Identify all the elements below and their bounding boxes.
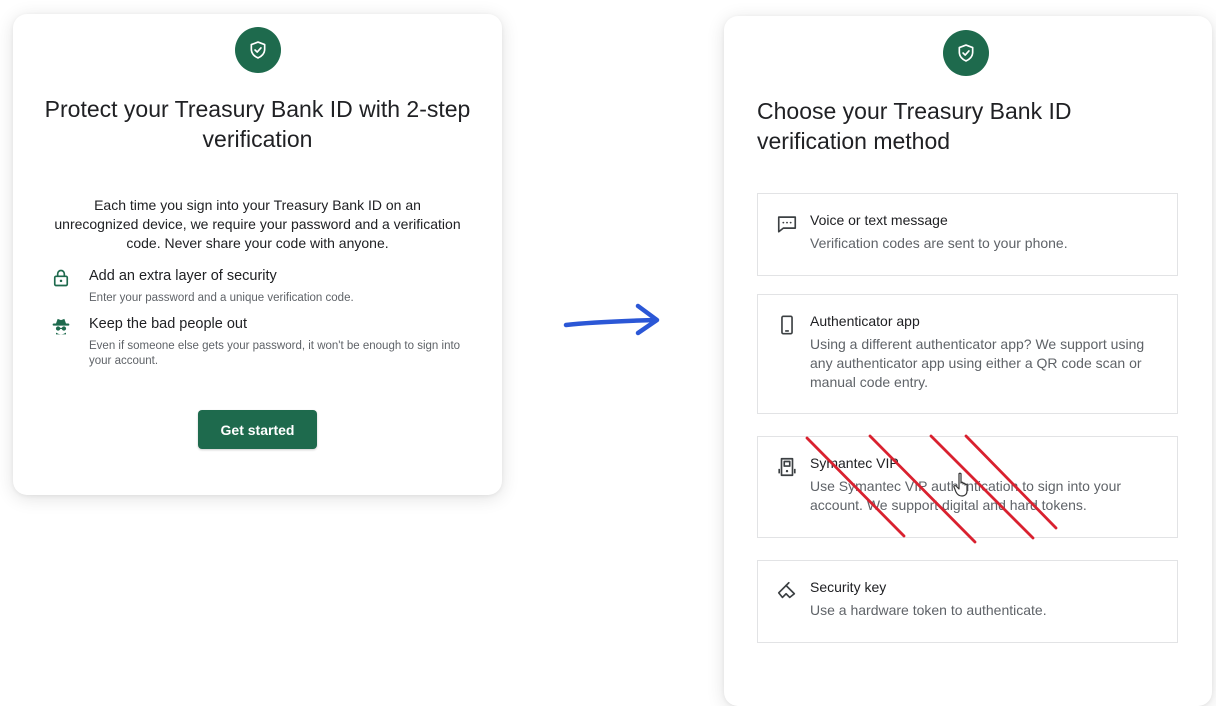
method-title: Symantec VIP <box>810 455 899 471</box>
benefit-title: Add an extra layer of security <box>89 268 277 284</box>
intro-card: Protect your Treasury Bank ID with 2-ste… <box>13 14 502 495</box>
benefit-description: Even if someone else gets your password,… <box>89 340 461 367</box>
method-description: Use a hardware token to authenticate. <box>810 602 1047 618</box>
method-selection-card: Choose your Treasury Bank ID verificatio… <box>724 16 1212 706</box>
method-title: Voice or text message <box>810 212 948 228</box>
method-description: Use Symantec VIP authentication to sign … <box>810 478 1122 513</box>
method-title: Authenticator app <box>810 313 920 329</box>
lock-icon <box>51 268 71 288</box>
shield-check-icon <box>943 30 989 76</box>
method-option-authenticator-app[interactable]: Authenticator app Using a different auth… <box>757 294 1178 414</box>
phone-icon <box>776 314 798 336</box>
security-key-icon <box>776 580 798 602</box>
token-icon <box>776 456 798 478</box>
get-started-button[interactable]: Get started <box>198 410 317 449</box>
page-title: Choose your Treasury Bank ID verificatio… <box>757 98 1072 154</box>
page-title: Protect your Treasury Bank ID with 2-ste… <box>44 96 471 152</box>
benefit-title: Keep the bad people out <box>89 316 248 332</box>
message-icon <box>776 213 798 235</box>
shield-check-icon <box>235 27 281 73</box>
benefit-description: Enter your password and a unique verific… <box>89 292 354 304</box>
method-option-security-key[interactable]: Security key Use a hardware token to aut… <box>757 560 1178 643</box>
arrow-right-icon <box>563 303 660 336</box>
spy-icon <box>51 316 71 336</box>
method-title: Security key <box>810 579 887 595</box>
method-description: Using a different authenticator app? We … <box>810 336 1145 390</box>
hand-cursor-icon <box>953 472 968 497</box>
method-option-voice-text[interactable]: Voice or text message Verification codes… <box>757 193 1178 276</box>
method-description: Verification codes are sent to your phon… <box>810 235 1068 251</box>
intro-text: Each time you sign into your Treasury Ba… <box>54 197 461 251</box>
